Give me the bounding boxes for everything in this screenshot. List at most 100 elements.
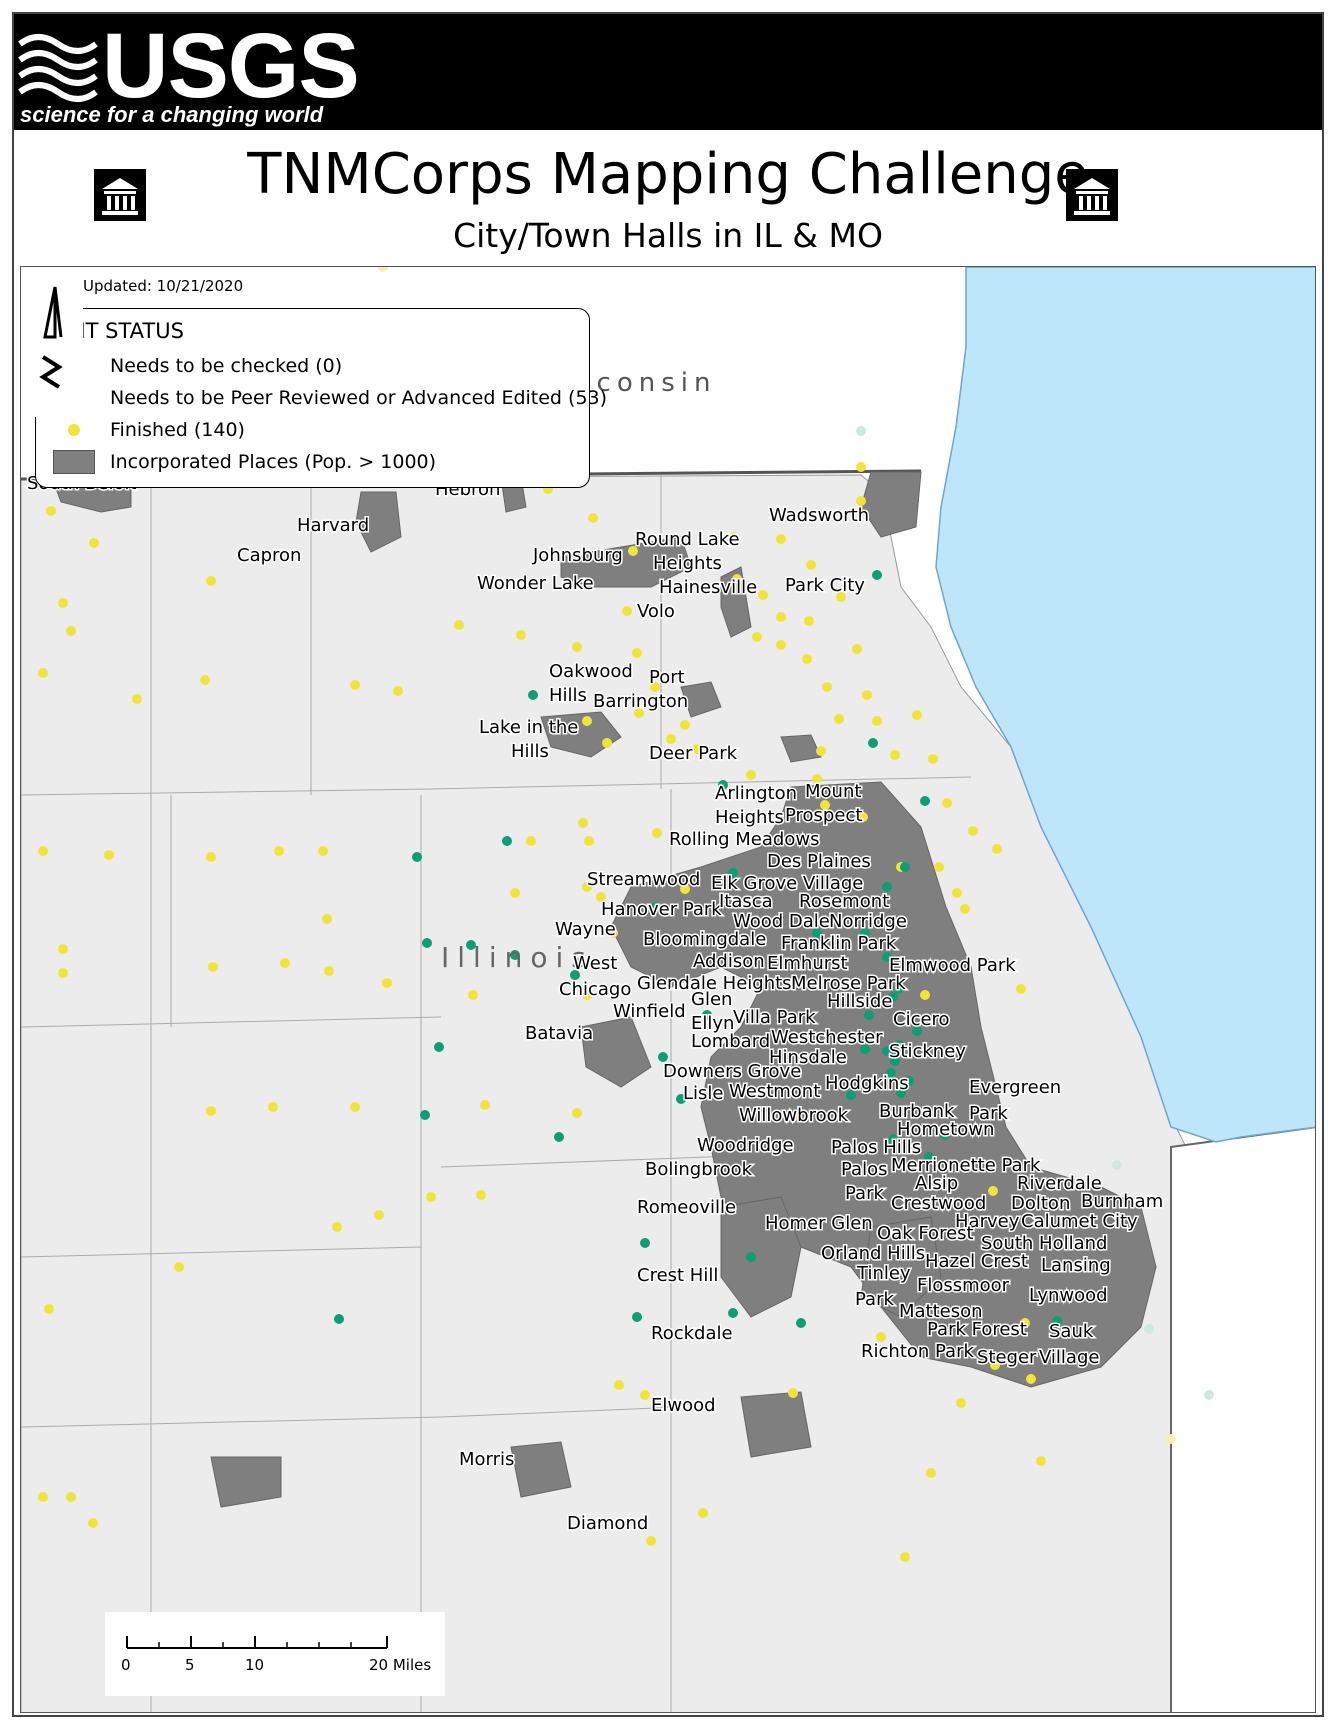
place-label: Park [855, 1289, 894, 1310]
place-label: Itasca [719, 891, 773, 912]
place-label: Harvard [297, 515, 369, 536]
place-label: Palos [841, 1159, 887, 1180]
place-label: Villa Park [733, 1007, 816, 1028]
place-label: Volo [637, 601, 675, 622]
place-label: Burnham [1081, 1191, 1163, 1212]
map-panel[interactable]: sconsin Illinois South Beloit Hebron Har… [20, 266, 1316, 1713]
place-label: Hills [511, 741, 549, 762]
place-label: Mount [805, 781, 861, 802]
scale-label: 0 [121, 1656, 131, 1674]
page-subtitle: City/Town Halls in IL & MO [453, 216, 883, 255]
place-label: Lisle [683, 1083, 723, 1104]
scale-bar: 0 5 10 20 Miles [105, 1612, 445, 1696]
place-label: Glen [691, 989, 732, 1010]
legend-label: Needs to be Peer Reviewed or Advanced Ed… [110, 387, 608, 409]
place-label: Westchester [771, 1027, 883, 1048]
place-label: Calumet City [1021, 1211, 1138, 1232]
place-label: Batavia [525, 1023, 593, 1044]
place-label: Rockdale [651, 1323, 733, 1344]
usgs-logo-text: USGS [102, 15, 360, 117]
place-label: Richton Park [861, 1341, 974, 1362]
place-label: Tinley [856, 1263, 911, 1284]
place-label: Downers Grove [663, 1061, 801, 1082]
place-label: Prospect [785, 805, 862, 826]
place-label: Arlington [715, 783, 797, 804]
north-arrow-icon [21, 267, 83, 417]
place-label: Park [845, 1183, 884, 1204]
scale-bar-ticks [126, 1636, 388, 1649]
place-label: West [573, 953, 617, 974]
place-label: Lake in the [479, 717, 578, 738]
gray-swatch-icon [53, 450, 95, 474]
place-label: Steger [977, 1347, 1037, 1368]
place-label: Heights [715, 807, 784, 828]
place-label: Round Lake [635, 529, 740, 550]
place-label: Woodridge [697, 1135, 794, 1156]
legend-label: Finished (140) [110, 419, 245, 441]
scale-label: 20 Miles [369, 1656, 432, 1674]
place-label: Franklin Park [781, 933, 897, 954]
place-label: Barrington [593, 691, 688, 712]
usgs-tagline: science for a changing world [20, 102, 324, 127]
place-label: Oakwood [549, 661, 633, 682]
place-label: Orland Hills [821, 1243, 925, 1264]
place-label: Alsip [915, 1173, 958, 1194]
place-label: Port [649, 667, 685, 688]
usgs-header-bar: USGS science for a changing world [14, 14, 1322, 130]
place-label: Rosemont [799, 891, 889, 912]
place-label: Lombard [691, 1031, 770, 1052]
legend-item-needs-checked: Needs to be checked (0) [50, 353, 342, 379]
place-label: Hanover Park [601, 899, 722, 920]
place-label: Hodgkins [825, 1073, 909, 1094]
place-label: Winfield [613, 1001, 686, 1022]
place-label: Romeoville [637, 1197, 736, 1218]
place-label: Morris [459, 1449, 514, 1470]
usgs-wave-logo-icon [18, 34, 98, 102]
place-label: Norridge [829, 911, 907, 932]
region-label-illinois: Illinois [441, 941, 594, 974]
place-label: Des Plaines [767, 851, 871, 872]
place-label: Capron [237, 545, 301, 566]
place-label: Elwood [651, 1395, 716, 1416]
place-label: Village [1039, 1347, 1099, 1368]
place-label: Diamond [567, 1513, 648, 1534]
place-label: Crest Hill [637, 1265, 718, 1286]
place-label: Wonder Lake [477, 573, 594, 594]
legend-label: Needs to be checked (0) [110, 355, 343, 377]
place-label: Hills [549, 685, 587, 706]
place-label: Hazel Crest [925, 1251, 1028, 1272]
place-label: Willowbrook [739, 1105, 849, 1126]
legend-label: Incorporated Places (Pop. > 1000) [110, 451, 437, 473]
place-label: Evergreen [969, 1077, 1061, 1098]
place-label: Wayne [555, 919, 616, 940]
place-label: Park City [785, 575, 865, 596]
place-label: Chicago [559, 979, 631, 1000]
legend-item-peer-review: Needs to be Peer Reviewed or Advanced Ed… [50, 385, 607, 411]
place-label: Hillside [827, 991, 892, 1012]
place-label: Elmhurst [767, 953, 848, 974]
place-label: Oak Forest [877, 1223, 974, 1244]
place-label: Elmwood Park [889, 955, 1016, 976]
place-label: Johnsburg [532, 545, 623, 566]
city-hall-icon [94, 169, 146, 221]
place-label: Addison [693, 951, 765, 972]
place-label: Bolingbrook [645, 1159, 753, 1180]
scale-label: 5 [185, 1656, 195, 1674]
place-label: Streamwood [587, 869, 700, 890]
scale-label: 10 [245, 1656, 265, 1674]
place-label: Wadsworth [769, 505, 869, 526]
place-label: Bloomingdale [643, 929, 766, 950]
place-label: Rolling Meadows [669, 829, 819, 850]
place-label: Sauk [1049, 1321, 1094, 1342]
legend-item-incorporated: Incorporated Places (Pop. > 1000) [50, 449, 436, 475]
legend-item-finished: Finished (140) [50, 417, 245, 443]
place-label: Deer Park [649, 743, 738, 764]
place-label: Heights [653, 553, 722, 574]
place-label: Homer Glen [765, 1213, 873, 1234]
place-label: Westmont [729, 1081, 820, 1102]
city-hall-icon [1066, 169, 1118, 221]
place-label: Flossmoor [917, 1275, 1010, 1296]
page-title: TNMCorps Mapping Challenge [247, 142, 1089, 207]
place-label: Cicero [893, 1009, 950, 1030]
place-label: Park Forest [927, 1319, 1027, 1340]
